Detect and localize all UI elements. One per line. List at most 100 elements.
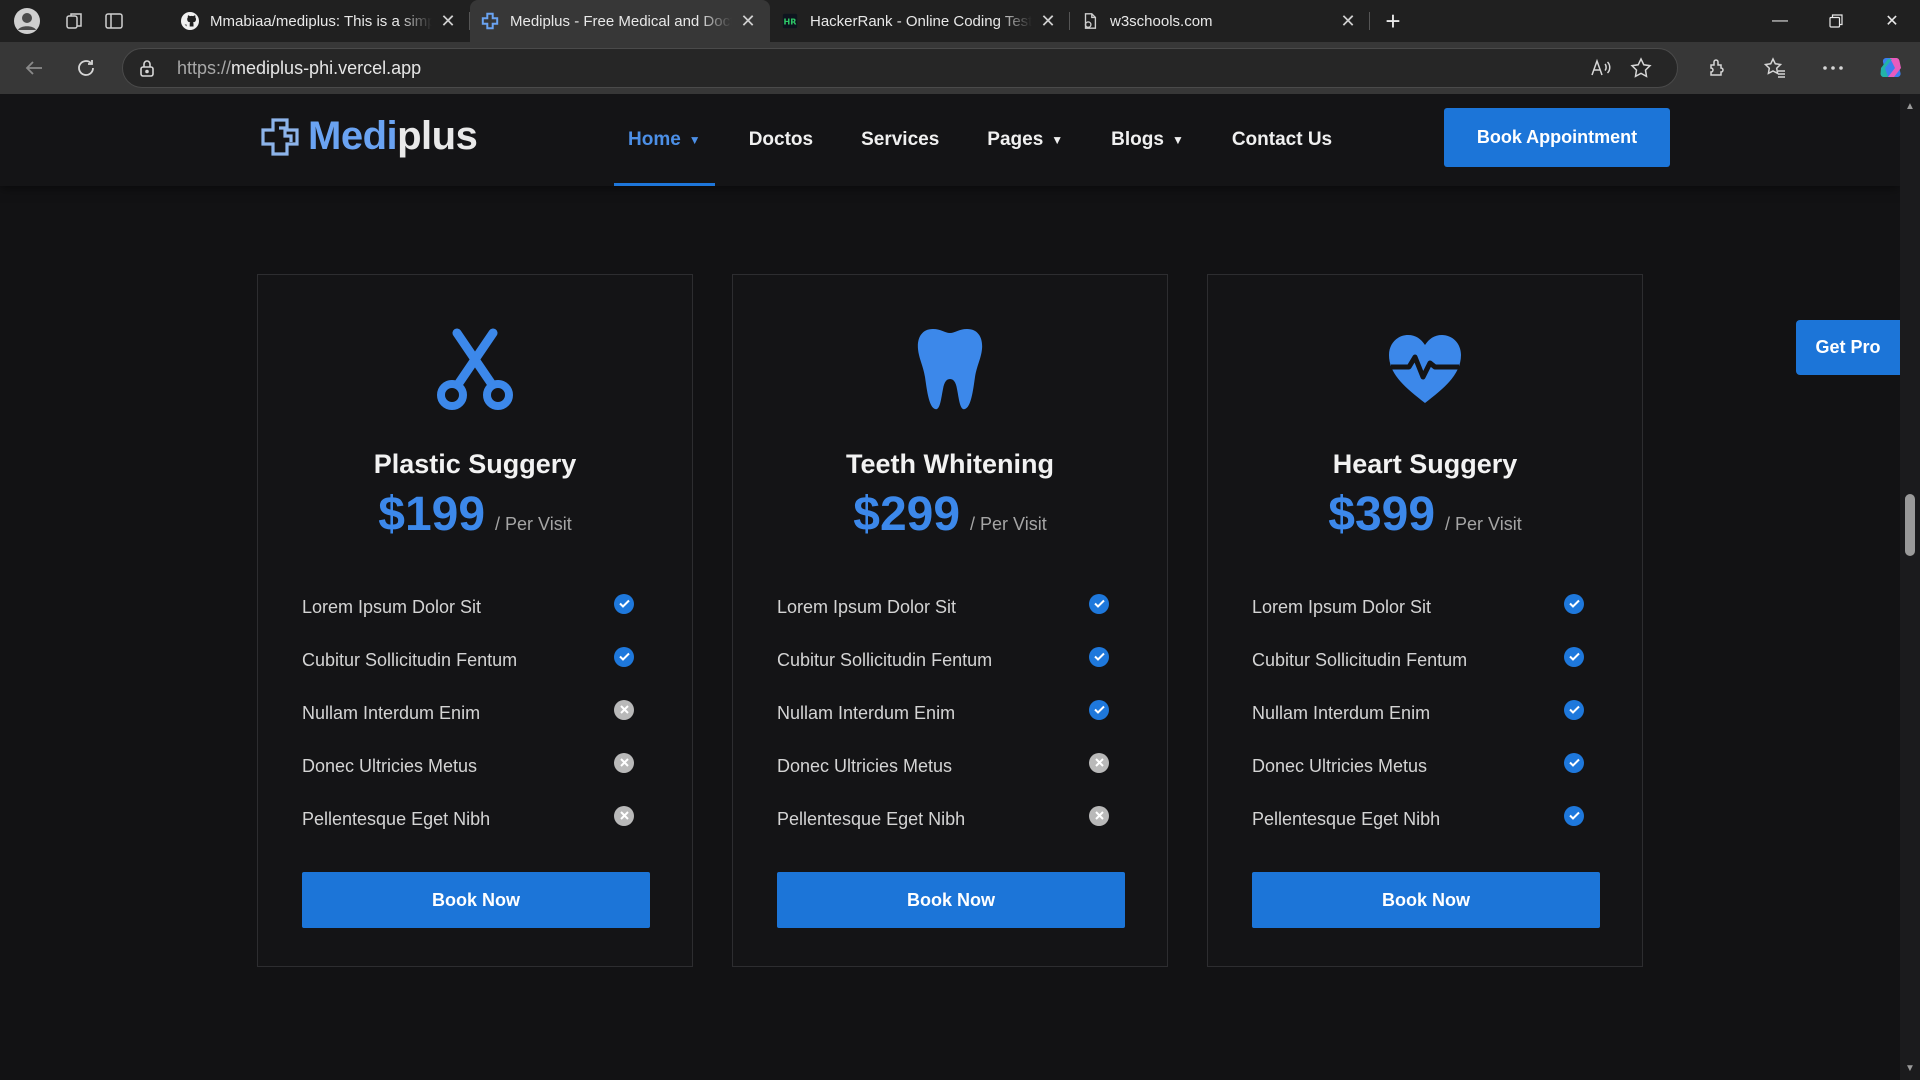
chevron-down-icon: ▼ — [1051, 133, 1064, 147]
list-item: Lorem Ipsum Dolor Sit — [777, 581, 1123, 634]
check-circle-icon — [614, 593, 634, 614]
scrollbar-thumb[interactable] — [1905, 494, 1915, 556]
lock-icon[interactable] — [139, 59, 161, 77]
tooth-icon — [733, 327, 1167, 411]
list-item: Cubitur Sollicitudin Fentum — [302, 634, 648, 687]
pricing-card: Teeth Whitening $299 / Per Visit Lorem I… — [732, 274, 1168, 967]
nav-item-home[interactable]: Home ▼ — [614, 94, 715, 186]
price-row: $199 / Per Visit — [258, 487, 692, 542]
favorites-icon[interactable] — [1746, 48, 1804, 88]
github-icon — [180, 11, 200, 31]
list-item: Donec Ultricies Metus — [302, 740, 648, 793]
list-item: Nullam Interdum Enim — [777, 687, 1123, 740]
logo-text: Mediplus — [308, 114, 478, 158]
close-tab-icon[interactable]: ✕ — [738, 11, 758, 31]
browser-tab[interactable]: w3schools.com ✕ — [1070, 0, 1370, 42]
browser-tab[interactable]: Mmabiaa/mediplus: This is a simple ✕ — [170, 0, 470, 42]
x-circle-icon — [614, 699, 634, 720]
browser-tab[interactable]: HR HackerRank - Online Coding Tests ✕ — [770, 0, 1070, 42]
tab-title: Mmabiaa/mediplus: This is a simple — [210, 12, 432, 30]
get-pro-button[interactable]: Get Pro — [1796, 320, 1900, 375]
minimize-icon[interactable]: — — [1752, 0, 1808, 42]
book-now-button[interactable]: Book Now — [1252, 872, 1600, 928]
plan-title: Heart Suggery — [1332, 449, 1518, 479]
x-circle-icon — [614, 752, 634, 773]
medical-cross-logo-icon — [261, 117, 299, 156]
list-item: Pellentesque Eget Nibh — [302, 793, 648, 846]
price-period: / Per Visit — [1445, 514, 1522, 534]
svg-text:HR: HR — [784, 17, 798, 27]
list-item: Lorem Ipsum Dolor Sit — [302, 581, 648, 634]
address-bar[interactable]: https://mediplus-phi.vercel.app — [122, 48, 1678, 88]
feature-list: Lorem Ipsum Dolor Sit Cubitur Sollicitud… — [777, 581, 1123, 846]
tab-title: w3schools.com — [1110, 12, 1213, 30]
check-circle-icon — [1564, 593, 1584, 614]
book-appointment-button[interactable]: Book Appointment — [1444, 108, 1670, 167]
nav-item-blogs[interactable]: Blogs ▼ — [1097, 94, 1198, 186]
list-item: Lorem Ipsum Dolor Sit — [1252, 581, 1598, 634]
more-options-icon[interactable] — [1804, 48, 1862, 88]
workspaces-icon[interactable] — [54, 0, 94, 42]
check-circle-icon — [1089, 593, 1109, 614]
list-item: Cubitur Sollicitudin Fentum — [1252, 634, 1598, 687]
nav-item-services[interactable]: Services — [847, 94, 953, 186]
window-controls: — ✕ — [1752, 0, 1920, 42]
vertical-tabs-icon[interactable] — [94, 0, 134, 42]
refresh-icon[interactable] — [60, 48, 112, 88]
scissors-icon — [258, 327, 692, 411]
main-nav: Home ▼ Doctos Services Pages ▼ Blogs ▼ Cont… — [614, 94, 1366, 186]
x-circle-icon — [1089, 752, 1109, 773]
site-header: Mediplus Home ▼ Doctos Services Pages ▼ Bl… — [0, 94, 1900, 186]
favorite-star-icon[interactable] — [1621, 57, 1661, 79]
plan-title: Plastic Suggery — [373, 449, 577, 479]
check-circle-icon — [1089, 646, 1109, 667]
page-icon — [1080, 11, 1100, 31]
book-now-button[interactable]: Book Now — [777, 872, 1125, 928]
browser-toolbar: https://mediplus-phi.vercel.app — [0, 42, 1920, 94]
new-tab-icon[interactable]: + — [1370, 0, 1416, 42]
check-circle-icon — [1564, 699, 1584, 720]
nav-item-contact-us[interactable]: Contact Us — [1218, 94, 1346, 186]
check-circle-icon — [614, 646, 634, 667]
url-text[interactable]: https://mediplus-phi.vercel.app — [177, 58, 1581, 79]
profile-avatar-icon[interactable] — [0, 0, 54, 42]
check-circle-icon — [1089, 699, 1109, 720]
check-circle-icon — [1564, 646, 1584, 667]
check-circle-icon — [1564, 752, 1584, 773]
mediplus-icon — [480, 11, 500, 31]
scroll-up-arrow-icon[interactable]: ▲ — [1900, 96, 1920, 116]
scroll-down-arrow-icon[interactable]: ▼ — [1900, 1058, 1920, 1078]
close-tab-icon[interactable]: ✕ — [1338, 11, 1358, 31]
close-tab-icon[interactable]: ✕ — [1038, 11, 1058, 31]
list-item: Nullam Interdum Enim — [1252, 687, 1598, 740]
price-row: $399 / Per Visit — [1208, 487, 1642, 542]
heartbeat-icon — [1208, 327, 1642, 411]
list-item: Cubitur Sollicitudin Fentum — [777, 634, 1123, 687]
chevron-down-icon: ▼ — [688, 133, 701, 147]
tab-title: Mediplus - Free Medical and Doctor — [510, 12, 732, 30]
close-window-icon[interactable]: ✕ — [1864, 0, 1920, 42]
site-logo[interactable]: Mediplus — [260, 114, 478, 159]
page-viewport: Mediplus Home ▼ Doctos Services Pages ▼ Bl… — [0, 94, 1920, 1080]
extensions-icon[interactable] — [1688, 48, 1746, 88]
book-now-button[interactable]: Book Now — [302, 872, 650, 928]
tab-title: HackerRank - Online Coding Tests — [810, 12, 1032, 30]
hackerrank-icon: HR — [780, 11, 800, 31]
check-circle-icon — [1564, 805, 1584, 826]
back-arrow-icon[interactable] — [8, 48, 60, 88]
url-protocol: https:// — [177, 57, 232, 78]
list-item: Pellentesque Eget Nibh — [777, 793, 1123, 846]
close-tab-icon[interactable]: ✕ — [438, 11, 458, 31]
x-circle-icon — [1089, 805, 1109, 826]
restore-icon[interactable] — [1808, 0, 1864, 42]
browser-tab-active[interactable]: Mediplus - Free Medical and Doctor ✕ — [470, 0, 770, 42]
read-aloud-icon[interactable] — [1581, 58, 1621, 78]
nav-item-doctos[interactable]: Doctos — [735, 94, 827, 186]
page-scrollbar[interactable]: ▲ ▼ — [1900, 94, 1920, 1080]
toolbar-icons — [1688, 48, 1920, 88]
price-period: / Per Visit — [970, 514, 1047, 534]
list-item: Pellentesque Eget Nibh — [1252, 793, 1598, 846]
nav-item-pages[interactable]: Pages ▼ — [973, 94, 1077, 186]
copilot-icon[interactable] — [1862, 48, 1920, 88]
plan-price: $399 — [1328, 488, 1436, 541]
